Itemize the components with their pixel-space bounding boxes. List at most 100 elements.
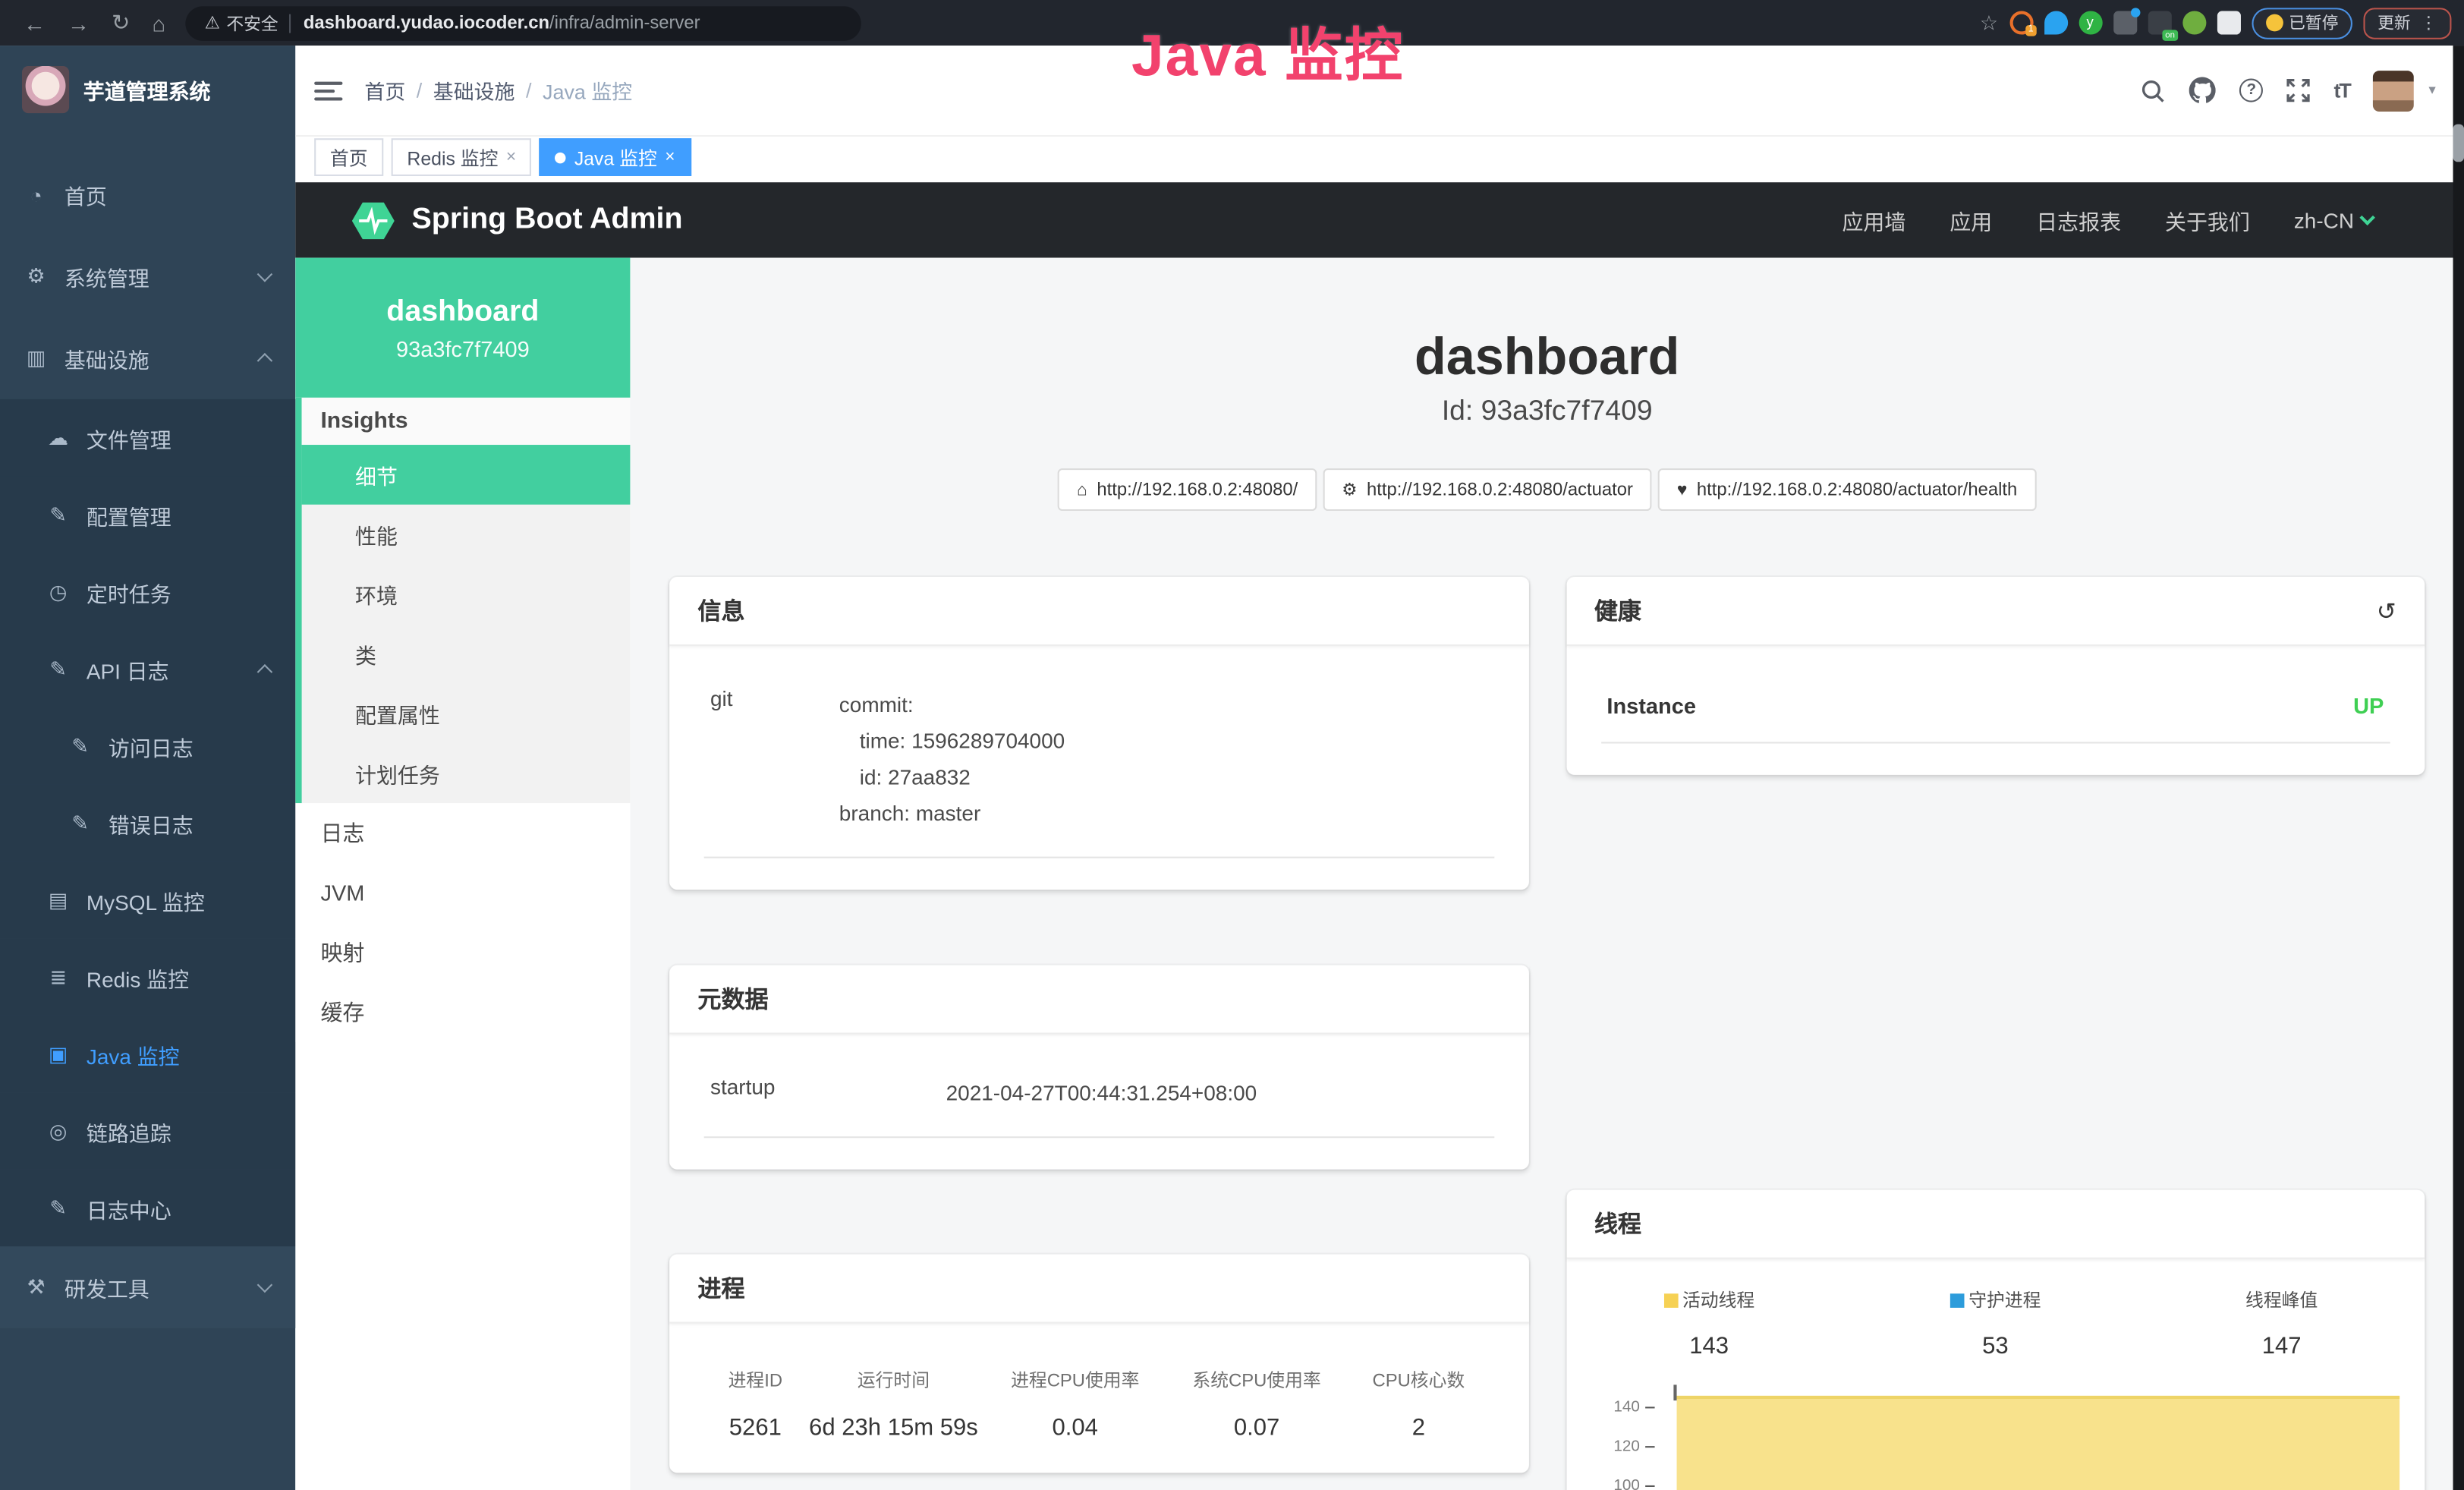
bookmark-star-icon[interactable]: ☆	[1980, 10, 1998, 35]
instance-header[interactable]: dashboard 93a3fc7f7409	[295, 258, 630, 398]
home-icon: ⌂	[1077, 480, 1087, 499]
log-icon: ✎	[66, 810, 94, 835]
extension-badge: 1	[2026, 25, 2036, 36]
leaf-extension-icon[interactable]	[2182, 11, 2205, 34]
window-scrollbar[interactable]	[2453, 46, 2464, 1490]
card-title: 信息	[697, 594, 744, 627]
tab-home[interactable]: 首页	[314, 138, 383, 176]
breadcrumb-infra[interactable]: 基础设施	[433, 75, 515, 105]
grid-extension-icon[interactable]	[2113, 11, 2136, 34]
layers-icon: ≣	[44, 964, 72, 989]
sba-nav-journal[interactable]: 日志报表	[2036, 204, 2121, 235]
threads-legend: 活动线程 143 守护进程	[1566, 1287, 2425, 1359]
sba-content: dashboard Id: 93a3fc7f7409 ⌂ http://192.…	[630, 258, 2464, 1490]
sidebar-item-infra[interactable]: ▥ 基础设施	[0, 317, 295, 399]
process-card: 进程 进程ID 5261 运行时间	[669, 1254, 1528, 1473]
sidebar-item-config[interactable]: ✎ 配置管理	[0, 476, 295, 553]
sidebar-item-system[interactable]: ⚙ 系统管理	[0, 236, 295, 318]
avatar[interactable]	[2374, 70, 2415, 111]
close-icon[interactable]: ×	[665, 148, 675, 167]
pin-extension-icon[interactable]	[2044, 11, 2067, 34]
sba-nav-wallboard[interactable]: 应用墙	[1842, 204, 1905, 235]
url-domain: dashboard.yudao.iocoder.cn	[304, 14, 549, 33]
sba-nav-applications[interactable]: 应用	[1949, 204, 1992, 235]
sidebar-item-access-log[interactable]: ✎ 访问日志	[0, 707, 295, 784]
page-title: dashboard	[669, 327, 2425, 387]
card-title: 线程	[1594, 1207, 1641, 1240]
sidebar-item-files[interactable]: ☁ 文件管理	[0, 399, 295, 476]
brand-logo	[22, 66, 69, 113]
insights-label: Insights	[302, 398, 631, 445]
close-icon[interactable]: ×	[506, 148, 516, 167]
sba-item-details[interactable]: 细节	[302, 445, 631, 505]
fullscreen-icon[interactable]	[2286, 79, 2310, 102]
sba-item-scheduled-tasks[interactable]: 计划任务	[302, 743, 631, 803]
sidebar-item-log-center[interactable]: ✎ 日志中心	[0, 1170, 295, 1246]
actuator-url-button[interactable]: ⚙ http://192.168.0.2:48080/actuator	[1323, 468, 1651, 511]
scrollbar-thumb[interactable]	[2453, 124, 2464, 162]
history-icon[interactable]: ↺	[2377, 597, 2396, 625]
sba-brand[interactable]: Spring Boot Admin	[412, 203, 683, 238]
breadcrumb-home[interactable]: 首页	[364, 75, 405, 105]
active-dot	[555, 152, 566, 162]
instance-id: 93a3fc7f7409	[396, 335, 530, 361]
sba-item-jvm[interactable]: JVM	[295, 863, 630, 923]
extension-icon[interactable]: y	[2079, 11, 2102, 34]
reload-icon[interactable]: ↻	[112, 9, 130, 36]
github-icon[interactable]	[2189, 77, 2216, 103]
sba-item-caches[interactable]: 缓存	[295, 982, 630, 1042]
forward-icon[interactable]: →	[68, 10, 90, 35]
sba-nav-about[interactable]: 关于我们	[2165, 204, 2250, 235]
sba-item-logs[interactable]: 日志	[295, 803, 630, 863]
service-url-button[interactable]: ⌂ http://192.168.0.2:48080/	[1058, 468, 1317, 511]
sba-item-config-props[interactable]: 配置属性	[302, 684, 631, 744]
live-threads-area	[1676, 1396, 2400, 1490]
tab-redis-monitor[interactable]: Redis 监控 ×	[392, 138, 532, 176]
address-bar[interactable]: ⚠ 不安全 dashboard.yudao.iocoder.cn /infra/…	[186, 5, 861, 40]
not-secure-label: 不安全	[226, 10, 278, 35]
sidebar-item-error-log[interactable]: ✎ 错误日志	[0, 784, 295, 861]
chevron-down-icon	[257, 1277, 272, 1293]
back-icon[interactable]: ←	[24, 10, 46, 35]
sidebar-item-java-monitor[interactable]: ▣ Java 监控	[0, 1016, 295, 1092]
sidebar-item-home[interactable]: ◔ 首页	[0, 154, 295, 236]
tab-java-monitor[interactable]: Java 监控 ×	[540, 138, 691, 176]
card-title: 进程	[697, 1271, 744, 1304]
extension-icon[interactable]: 1	[2009, 11, 2033, 34]
chevron-down-icon[interactable]: ▾	[2428, 82, 2435, 99]
wrench-icon: ⚙	[1342, 480, 1357, 500]
breadcrumb-current: Java 监控	[543, 75, 632, 105]
extension-icon[interactable]: on	[2148, 11, 2171, 34]
font-size-icon[interactable]: tT	[2334, 79, 2350, 102]
health-url-button[interactable]: ♥ http://192.168.0.2:48080/actuator/heal…	[1658, 468, 2036, 511]
sidebar-item-dev-tools[interactable]: ⚒ 研发工具	[0, 1246, 295, 1328]
sba-item-mappings[interactable]: 映射	[295, 923, 630, 983]
collapse-sidebar-icon[interactable]	[314, 81, 342, 100]
sba-language-select[interactable]: zh-CN	[2294, 208, 2373, 232]
sba-item-classes[interactable]: 类	[302, 624, 631, 684]
paused-badge[interactable]: 已暂停	[2251, 7, 2352, 38]
help-icon[interactable]: ?	[2239, 79, 2263, 102]
sba-item-environment[interactable]: 环境	[302, 564, 631, 624]
brand[interactable]: 芋道管理系统	[0, 46, 295, 132]
process-table: 进程ID 5261 运行时间 6d 23h 15m 59s	[704, 1368, 1494, 1441]
sidebar-item-tracing[interactable]: ◎ 链路追踪	[0, 1092, 295, 1169]
gauge-icon: ◔	[22, 183, 50, 206]
sidebar-item-mysql[interactable]: ▤ MySQL 监控	[0, 862, 295, 938]
edit-icon: ✎	[44, 502, 72, 528]
breadcrumb: 首页 / 基础设施 / Java 监控	[364, 75, 632, 105]
eye-icon: ◎	[44, 1118, 72, 1143]
sidebar-item-redis[interactable]: ≣ Redis 监控	[0, 938, 295, 1015]
browser-menu-icon[interactable]: ⋮	[2420, 13, 2437, 33]
sidebar-item-api-log[interactable]: ✎ API 日志	[0, 630, 295, 707]
startup-row: startup 2021-04-27T00:44:31.254+08:00	[704, 1072, 1494, 1138]
home-icon[interactable]: ⌂	[152, 10, 165, 35]
search-icon[interactable]	[2141, 78, 2166, 103]
metadata-card: 元数据 startup 2021-04-27T00:44:31.254+08:0…	[669, 965, 1528, 1169]
sba-item-metrics[interactable]: 性能	[302, 505, 631, 565]
sidebar-item-jobs[interactable]: ◷ 定时任务	[0, 553, 295, 630]
card-title: 健康	[1594, 594, 1641, 627]
puzzle-extension-icon[interactable]	[2217, 11, 2240, 34]
app-header: 首页 / 基础设施 / Java 监控 ?	[295, 46, 2464, 137]
update-button[interactable]: 更新 ⋮	[2363, 7, 2451, 38]
